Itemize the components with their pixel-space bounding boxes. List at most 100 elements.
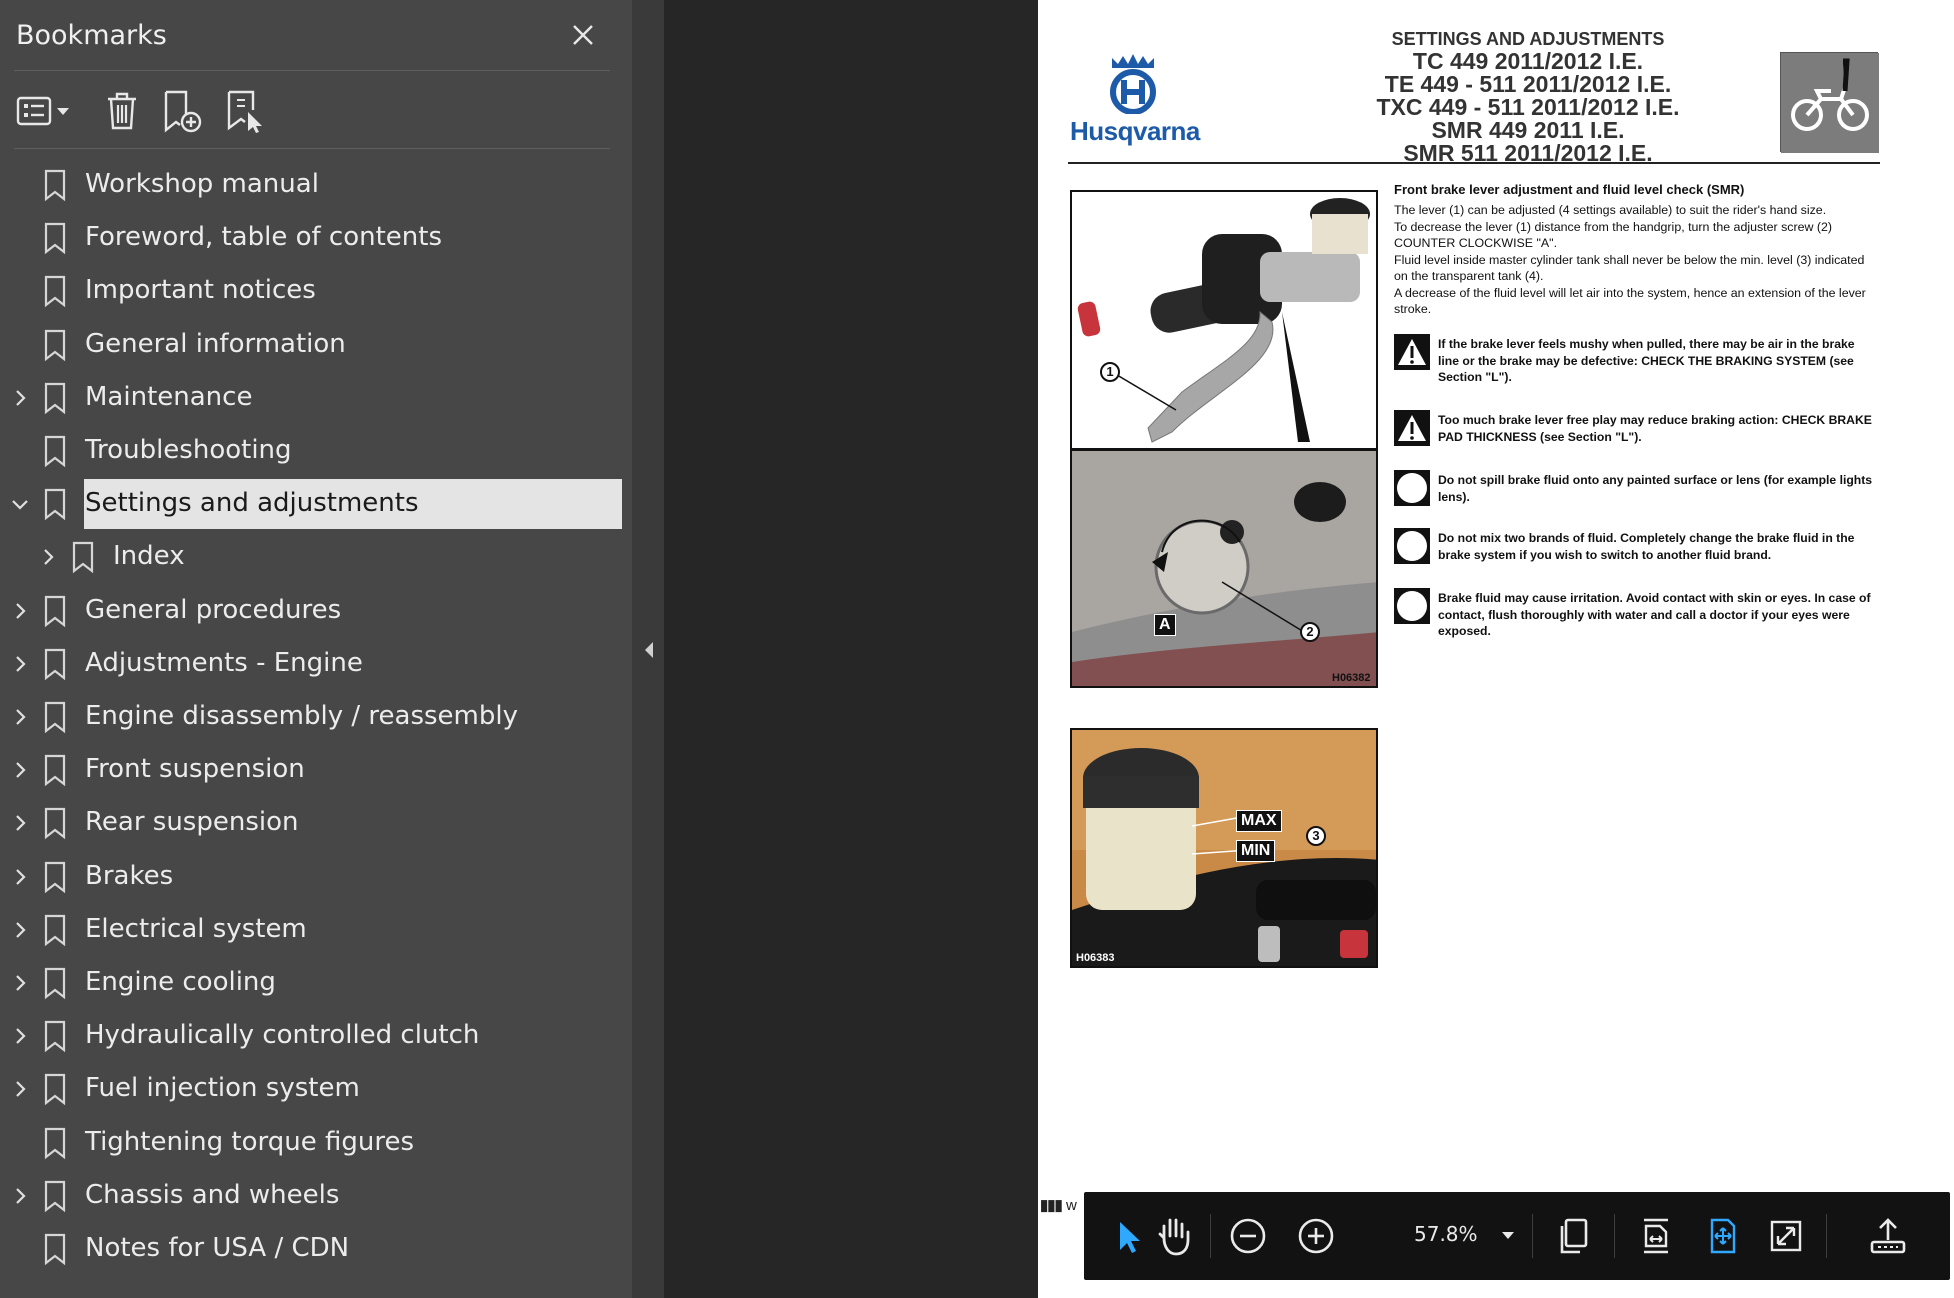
bookmark-icon xyxy=(44,648,66,681)
bookmark-label: Fuel injection system xyxy=(85,1073,360,1104)
bookmark-item[interactable]: Chassis and wheels xyxy=(0,1171,632,1221)
bookmarks-panel: Bookmarks Workshop manual Foreword, table… xyxy=(0,0,632,1298)
body-paragraph: To decrease the lever (1) distance from … xyxy=(1394,219,1833,251)
share-upload-icon[interactable] xyxy=(1862,1210,1914,1262)
warning-icon xyxy=(1394,334,1430,370)
header-line: SETTINGS AND ADJUSTMENTS xyxy=(1391,29,1665,49)
chevron-right-icon[interactable] xyxy=(8,386,32,410)
bookmark-label: Troubleshooting xyxy=(85,435,292,465)
bookmark-options-icon[interactable] xyxy=(16,86,74,136)
photo-code: H06383 xyxy=(1076,952,1115,964)
add-bookmark-icon[interactable] xyxy=(160,86,206,136)
bookmark-item[interactable]: Tightening torque figures xyxy=(0,1118,632,1168)
zoom-in-icon[interactable] xyxy=(1290,1210,1342,1262)
zoom-out-icon[interactable] xyxy=(1222,1210,1274,1262)
caution-circle-icon xyxy=(1394,528,1430,564)
bookmark-icon xyxy=(44,595,66,627)
bookmark-item[interactable]: General procedures xyxy=(0,586,632,636)
close-icon[interactable] xyxy=(566,18,600,52)
bookmark-item[interactable]: Hydraulically controlled clutch xyxy=(0,1011,632,1061)
bookmark-label: Workshop manual xyxy=(85,169,319,199)
bookmark-label: Settings and adjustments xyxy=(85,488,419,519)
header-line: SMR 449 2011 I.E. xyxy=(1431,117,1625,143)
body-paragraph: Fluid level inside master cylinder tank … xyxy=(1394,252,1865,284)
view-toolbar: 57.8% xyxy=(1084,1192,1950,1280)
section-title: Front brake lever adjustment and fluid l… xyxy=(1394,182,1745,197)
chevron-right-icon[interactable] xyxy=(36,545,60,569)
bookmark-item[interactable]: Index xyxy=(0,532,632,582)
bookmark-icon xyxy=(44,1127,66,1159)
divider xyxy=(1210,1214,1211,1258)
bookmark-label: Notes for USA / CDN xyxy=(85,1233,350,1263)
chevron-right-icon[interactable] xyxy=(8,811,32,835)
bookmark-item[interactable]: Rear suspension xyxy=(0,798,632,848)
select-tool-icon[interactable] xyxy=(1100,1210,1152,1262)
callout-3: 3 xyxy=(1306,826,1326,846)
chevron-right-icon[interactable] xyxy=(8,652,32,676)
brand-logo-text: Husqvarna xyxy=(1070,116,1200,146)
chevron-right-icon[interactable] xyxy=(8,1077,32,1101)
bookmark-item[interactable]: Adjustments - Engine xyxy=(0,639,632,689)
chevron-right-icon[interactable] xyxy=(8,971,32,995)
divider xyxy=(1532,1214,1533,1258)
bookmark-item[interactable]: Foreword, table of contents xyxy=(0,213,632,263)
page-marker-icon: ▮▮▮ xyxy=(1040,1197,1063,1214)
bookmark-label: Engine disassembly / reassembly xyxy=(85,701,518,731)
bookmark-icon xyxy=(44,755,66,787)
bookmark-item[interactable]: General information xyxy=(0,320,632,370)
bookmark-item[interactable]: Electrical system xyxy=(0,905,632,955)
chevron-right-icon[interactable] xyxy=(8,599,32,623)
collapse-panel-icon[interactable] xyxy=(642,640,656,660)
bookmark-item[interactable]: Notes for USA / CDN xyxy=(0,1224,632,1274)
bookmark-item[interactable]: Engine disassembly / reassembly xyxy=(0,692,632,742)
motorcycle-service-icon xyxy=(1780,52,1879,153)
bookmark-from-selection-icon[interactable] xyxy=(224,86,268,136)
bookmark-icon xyxy=(44,914,66,947)
chevron-right-icon[interactable] xyxy=(8,1024,32,1048)
bookmark-item[interactable]: Settings and adjustments xyxy=(0,479,632,530)
bookmark-label: Hydraulically controlled clutch xyxy=(85,1020,480,1051)
callout-2: 2 xyxy=(1300,622,1320,642)
bookmark-item[interactable]: Engine cooling xyxy=(0,958,632,1008)
chevron-right-icon[interactable] xyxy=(8,918,32,942)
bookmark-label: Chassis and wheels xyxy=(85,1179,340,1210)
full-screen-icon[interactable] xyxy=(1760,1210,1812,1262)
warning-icon xyxy=(1394,410,1430,446)
bookmark-item[interactable]: Workshop manual xyxy=(0,160,632,210)
note-text: Do not mix two brands of fluid. Complete… xyxy=(1438,531,1855,562)
bookmark-icon xyxy=(44,1180,66,1213)
divider xyxy=(14,70,610,71)
chevron-down-icon[interactable] xyxy=(8,492,32,516)
bookmark-item[interactable]: Front suspension xyxy=(0,745,632,795)
bookmark-label: General procedures xyxy=(85,594,342,625)
bookmark-label: General information xyxy=(85,328,346,359)
brake-lever-photo: 1 2 A H06382 xyxy=(1070,190,1378,688)
chevron-right-icon[interactable] xyxy=(8,758,32,782)
bookmark-label: Rear suspension xyxy=(85,807,299,838)
bookmark-icon xyxy=(44,489,66,521)
page-edge-text: ▮▮▮ w xyxy=(1038,1196,1088,1214)
label-max: MAX xyxy=(1236,810,1282,832)
chevron-down-icon[interactable] xyxy=(1500,1228,1516,1242)
bookmark-item[interactable]: Brakes xyxy=(0,852,632,902)
bookmark-item[interactable]: Fuel injection system xyxy=(0,1064,632,1114)
trash-icon[interactable] xyxy=(102,86,142,136)
caution-circle-icon xyxy=(1394,588,1430,624)
chevron-right-icon[interactable] xyxy=(8,1184,32,1208)
page-display-icon[interactable] xyxy=(1548,1210,1600,1262)
fit-page-icon[interactable] xyxy=(1696,1210,1748,1262)
note-text: Too much brake lever free play may reduc… xyxy=(1438,413,1872,444)
chevron-right-icon[interactable] xyxy=(8,705,32,729)
hand-tool-icon[interactable] xyxy=(1148,1210,1200,1262)
fit-width-icon[interactable] xyxy=(1630,1210,1682,1262)
bookmark-icon xyxy=(44,169,66,202)
bookmark-icon xyxy=(44,276,66,308)
divider xyxy=(1826,1214,1827,1258)
label-a: A xyxy=(1154,614,1176,636)
chevron-right-icon[interactable] xyxy=(8,865,32,889)
bookmark-item[interactable]: Important notices xyxy=(0,266,632,316)
brake-fluid-reservoir-photo: MAX MIN 3 H06383 xyxy=(1070,728,1378,968)
bookmark-item[interactable]: Maintenance xyxy=(0,373,632,423)
bookmark-item[interactable]: Troubleshooting xyxy=(0,426,632,476)
zoom-level[interactable]: 57.8% xyxy=(1414,1222,1478,1246)
